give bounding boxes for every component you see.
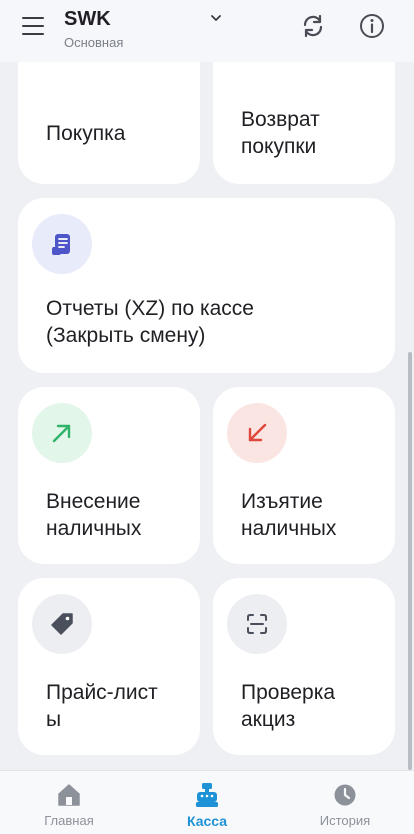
store-subtitle: Основная xyxy=(64,35,124,50)
nav-home-label: Главная xyxy=(44,813,94,828)
nav-history[interactable]: История xyxy=(276,771,414,834)
scrollbar[interactable] xyxy=(408,352,412,770)
clock-icon xyxy=(334,784,356,806)
price-lists-label: Прайс-лист ы xyxy=(46,681,158,731)
cash-withdraw-card[interactable]: Изъятие наличных xyxy=(213,387,395,564)
purchase-label: Покупка xyxy=(46,122,126,145)
receipt-icon xyxy=(32,214,92,274)
return-label: Возврат покупки xyxy=(241,108,320,158)
app-header: SWK Основная xyxy=(0,0,414,62)
cash-deposit-card[interactable]: Внесение наличных xyxy=(18,387,200,564)
menu-icon[interactable] xyxy=(22,17,44,35)
reports-card[interactable]: Отчеты (XZ) по кассе (Закрыть смену) xyxy=(18,198,395,373)
home-icon xyxy=(58,784,80,806)
refresh-icon[interactable] xyxy=(299,12,327,40)
arrow-up-right-icon xyxy=(32,403,92,463)
cash-withdraw-label: Изъятие наличных xyxy=(241,490,337,540)
nav-home[interactable]: Главная xyxy=(0,771,138,834)
nav-history-label: История xyxy=(319,813,371,828)
chevron-down-icon[interactable] xyxy=(209,11,223,25)
cash-register-icon xyxy=(196,783,218,807)
cash-deposit-label: Внесение наличных xyxy=(46,490,142,540)
reports-label: Отчеты (XZ) по кассе (Закрыть смену) xyxy=(46,297,254,347)
nav-kassa-label: Касса xyxy=(186,813,228,829)
excise-check-card[interactable]: Проверка акциз xyxy=(213,578,395,755)
scan-icon xyxy=(227,594,287,654)
excise-check-label: Проверка акциз xyxy=(241,681,336,731)
info-icon[interactable] xyxy=(358,12,386,40)
bottom-navigation: Главная Касса История xyxy=(0,770,414,834)
arrow-down-left-icon xyxy=(227,403,287,463)
tag-icon xyxy=(32,594,92,654)
store-title[interactable]: SWK xyxy=(64,8,111,31)
price-lists-card[interactable]: Прайс-лист ы xyxy=(18,578,200,755)
nav-kassa[interactable]: Касса xyxy=(138,771,276,834)
